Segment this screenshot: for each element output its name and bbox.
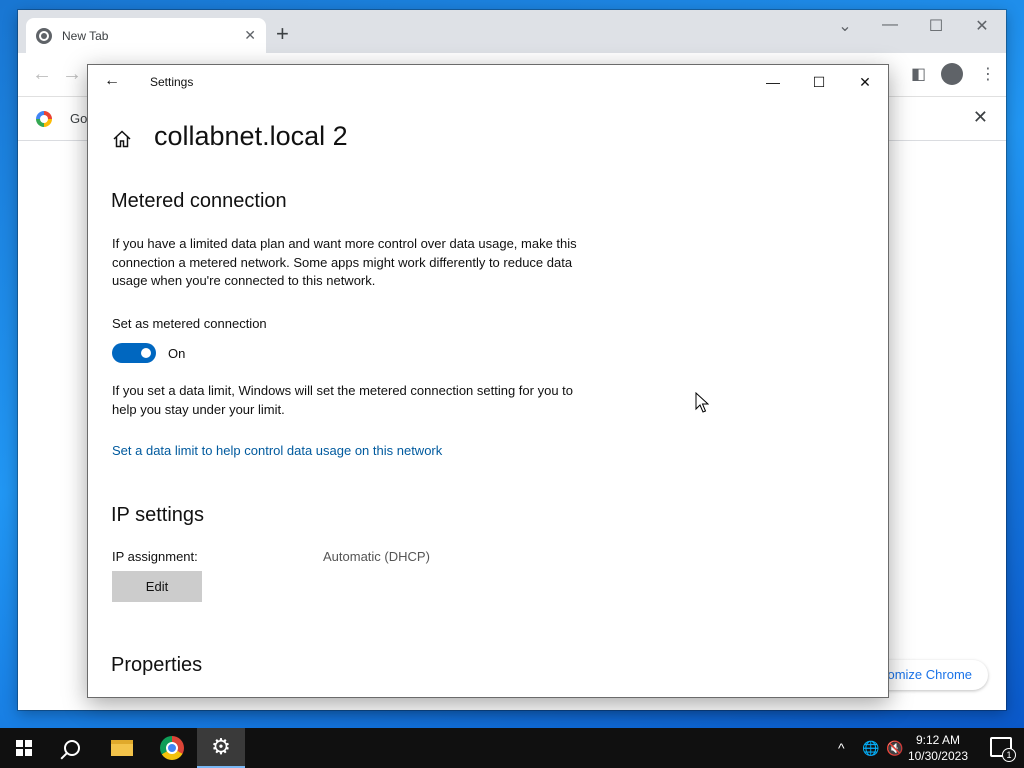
chrome-maximize-button[interactable]: ☐: [913, 16, 959, 36]
google-logo-icon: [36, 111, 52, 127]
ip-assignment-label: IP assignment:: [112, 549, 198, 564]
back-arrow-icon[interactable]: ←: [104, 72, 120, 90]
set-data-limit-link[interactable]: Set a data limit to help control data us…: [112, 443, 442, 458]
chrome-tab-icon: [36, 27, 52, 44]
gear-icon: ⚙: [211, 734, 231, 759]
settings-maximize-button[interactable]: ☐: [796, 70, 842, 94]
bookmark-bar-close-icon[interactable]: ✕: [973, 107, 988, 128]
ip-edit-button[interactable]: Edit: [112, 571, 202, 602]
close-tab-icon[interactable]: ✕: [244, 27, 256, 44]
search-button[interactable]: [48, 728, 96, 768]
home-icon[interactable]: [112, 129, 132, 149]
notification-count-badge: 1: [1002, 748, 1016, 762]
show-hidden-icons-button[interactable]: ^: [838, 728, 845, 768]
toggle-knob: [141, 348, 151, 358]
side-panel-icon[interactable]: ◧: [911, 64, 926, 84]
settings-taskbar-button[interactable]: ⚙: [197, 728, 245, 768]
file-explorer-button[interactable]: [98, 728, 146, 768]
properties-heading: Properties: [111, 654, 203, 676]
network-icon[interactable]: 🌐: [862, 728, 879, 768]
metered-toggle-label: Set as metered connection: [112, 316, 267, 331]
bookmark-label[interactable]: Go: [70, 111, 87, 126]
tab-search-icon[interactable]: ⌄: [822, 16, 868, 36]
chrome-forward-icon[interactable]: →: [62, 63, 82, 86]
chrome-icon: [160, 736, 184, 760]
clock-date: 10/30/2023: [907, 749, 968, 763]
chrome-titlebar: New Tab ✕ + ⌄ — ☐ ✕: [18, 10, 1006, 53]
chrome-back-icon[interactable]: ←: [32, 63, 52, 86]
ip-settings-heading: IP settings: [111, 504, 205, 526]
chrome-taskbar-button[interactable]: [148, 728, 196, 768]
settings-minimize-button[interactable]: —: [750, 70, 796, 94]
clock-time: 9:12 AM: [915, 733, 960, 747]
new-tab-button[interactable]: +: [276, 23, 289, 45]
profile-icon[interactable]: [941, 63, 963, 90]
clock[interactable]: 9:12 AM 10/30/2023: [908, 732, 968, 764]
settings-close-button[interactable]: ✕: [842, 70, 888, 94]
metered-connection-heading: Metered connection: [111, 190, 287, 212]
folder-icon: [111, 740, 133, 756]
mouse-cursor-icon: [695, 392, 709, 413]
toggle-state-label: On: [168, 346, 186, 361]
volume-muted-icon[interactable]: 🔇: [886, 728, 903, 768]
chrome-menu-icon[interactable]: ⋮: [980, 64, 996, 84]
metered-connection-toggle[interactable]: [112, 343, 156, 363]
start-button[interactable]: [0, 728, 48, 768]
settings-titlebar: ← Settings — ☐ ✕: [88, 65, 888, 99]
metered-description: If you have a limited data plan and want…: [112, 236, 577, 288]
windows-logo-icon: [16, 740, 32, 756]
taskbar: ⚙ ^ 🌐 🔇 9:12 AM 10/30/2023 1: [0, 728, 1024, 768]
settings-window: ← Settings — ☐ ✕ collabnet.local 2 Meter…: [87, 64, 889, 698]
chrome-tab-new-tab[interactable]: New Tab ✕: [26, 18, 266, 53]
ip-assignment-value: Automatic (DHCP): [323, 549, 430, 564]
chrome-minimize-button[interactable]: —: [867, 16, 913, 34]
action-center-icon[interactable]: 1: [990, 737, 1016, 762]
page-title: collabnet.local 2: [154, 121, 348, 151]
chrome-close-button[interactable]: ✕: [959, 16, 1005, 36]
search-icon: [64, 740, 80, 756]
settings-window-title: Settings: [150, 75, 194, 89]
chrome-tab-title: New Tab: [62, 28, 109, 43]
data-limit-note: If you set a data limit, Windows will se…: [112, 383, 573, 417]
